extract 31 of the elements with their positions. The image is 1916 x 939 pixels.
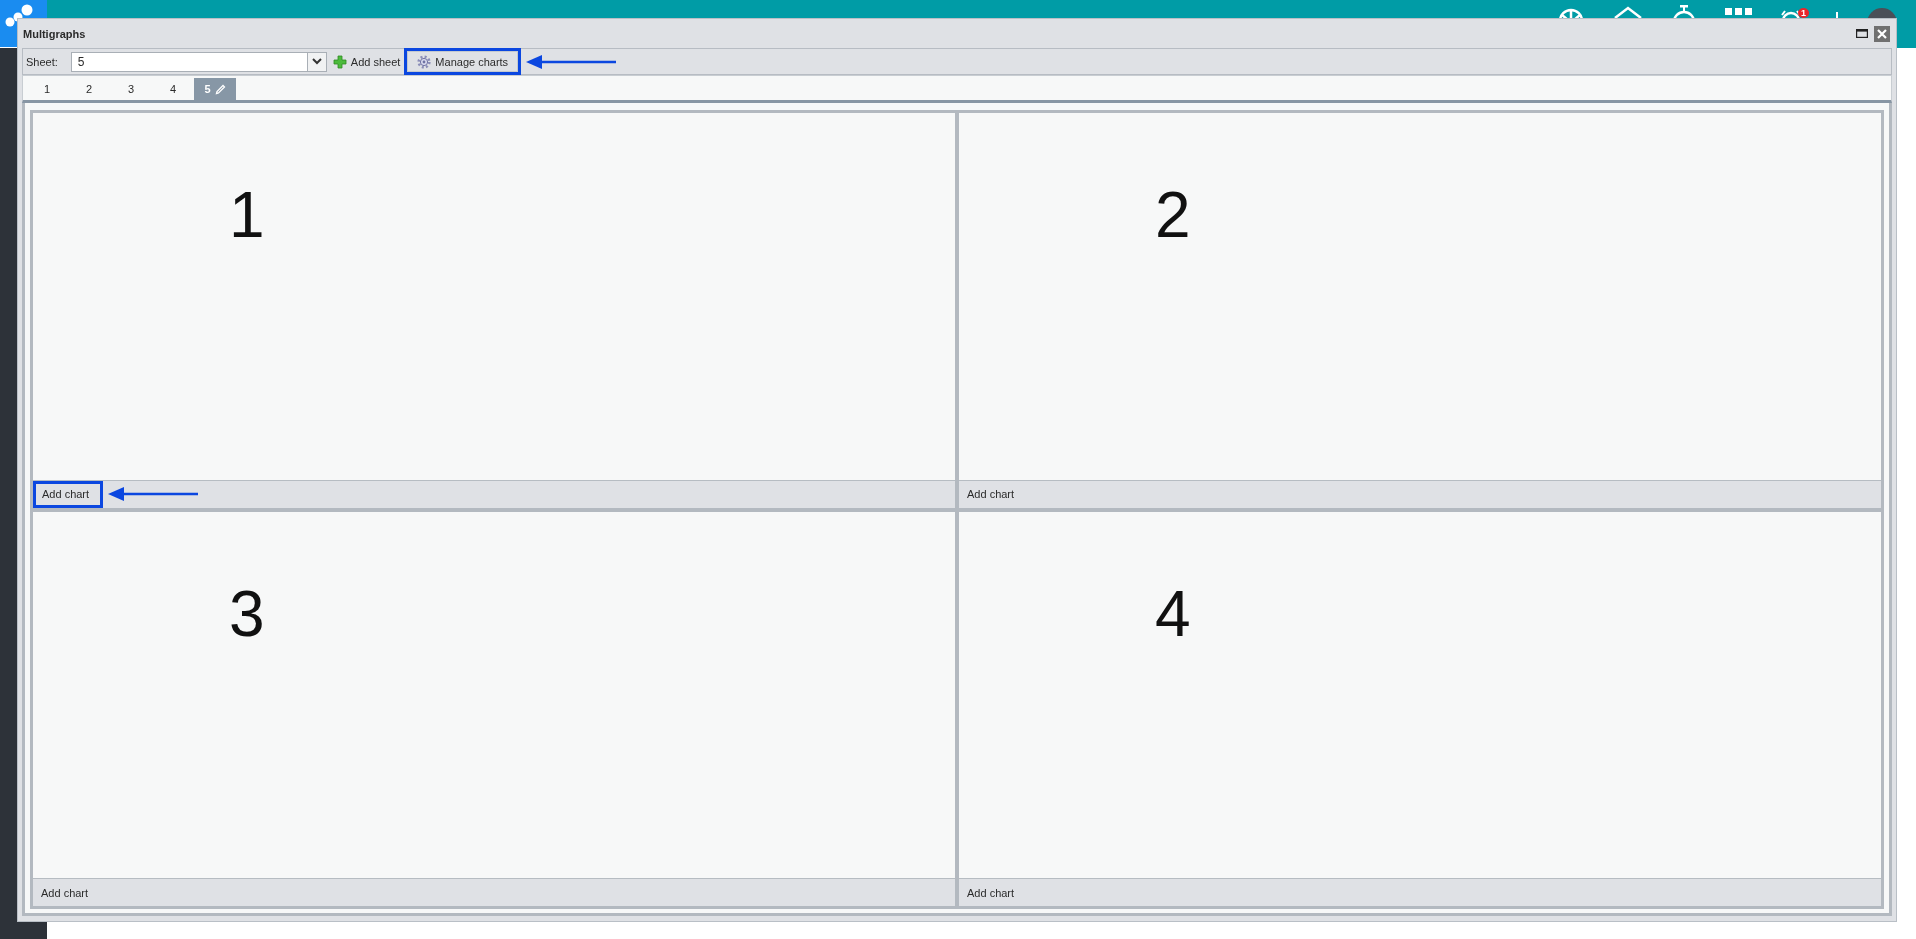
close-button[interactable] [1874, 25, 1890, 42]
window-title: Multigraphs [23, 27, 86, 40]
maximize-icon[interactable] [1856, 29, 1868, 38]
panel-number: 3 [229, 581, 265, 646]
sheet-tab[interactable]: 4 [152, 78, 194, 100]
sheet-tab[interactable]: 3 [110, 78, 152, 100]
dropdown-button[interactable] [306, 52, 326, 71]
grid-icon[interactable] [1725, 8, 1752, 18]
panel-number: 1 [229, 183, 265, 247]
alarm-icon[interactable] [1781, 9, 1801, 18]
wheel-icon[interactable] [1558, 8, 1584, 18]
panel-number: 4 [1155, 581, 1191, 646]
gear-icon [417, 54, 432, 69]
add-chart-button[interactable]: Add chart [36, 483, 101, 505]
close-icon [1877, 28, 1887, 39]
notification-badge: 1 [1798, 8, 1809, 18]
panel-number: 2 [1155, 183, 1191, 247]
stopwatch-icon[interactable] [1672, 5, 1696, 18]
house-icon[interactable] [1613, 6, 1643, 18]
sheet-select[interactable]: 5 [70, 51, 327, 72]
sheet-tab[interactable]: 1 [26, 78, 68, 100]
sheet-tab[interactable]: 2 [68, 78, 110, 100]
chevron-down-icon [311, 58, 322, 65]
manage-charts-button[interactable]: Manage charts [407, 51, 519, 72]
add-sheet-button[interactable]: Add sheet [330, 54, 403, 69]
sheet-label: Sheet: [26, 55, 58, 68]
add-chart-button[interactable]: Add chart [959, 879, 1023, 906]
pencil-icon [214, 83, 226, 95]
plus-icon [332, 54, 347, 69]
add-chart-button[interactable]: Add chart [33, 879, 97, 906]
add-chart-button[interactable]: Add chart [959, 480, 1023, 508]
